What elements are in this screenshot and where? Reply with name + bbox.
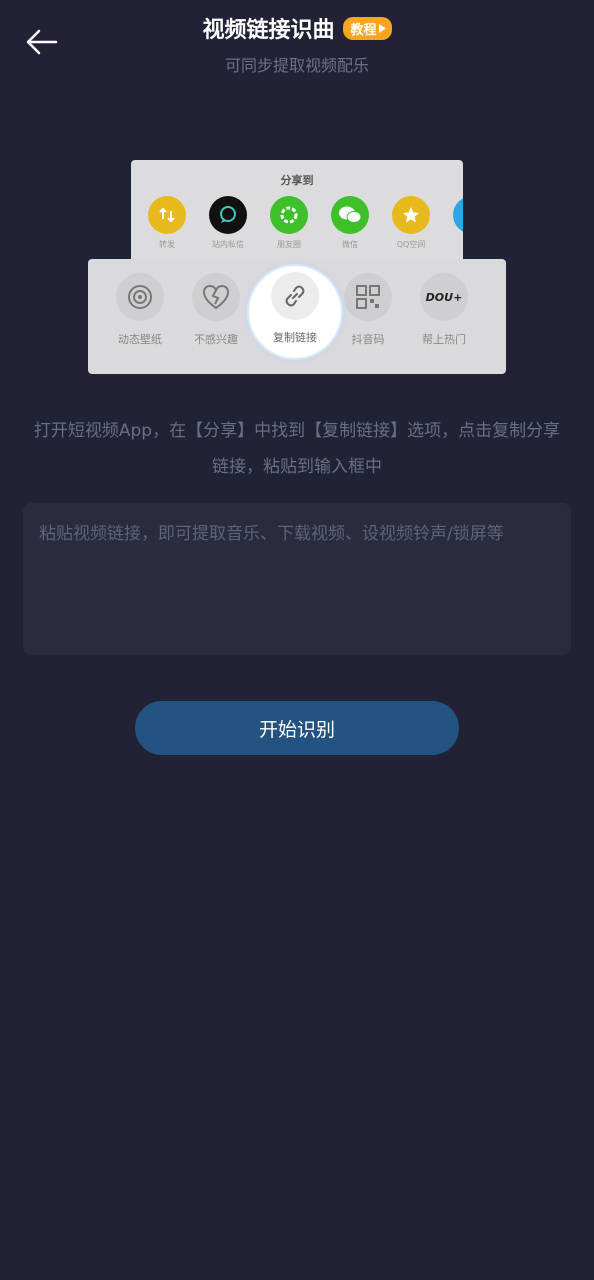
- broken-heart-icon: [192, 273, 240, 321]
- share-panel-title: 分享到: [280, 174, 314, 187]
- moments-icon: [270, 196, 308, 234]
- share-item-message: 站内私信: [208, 196, 248, 250]
- share-illustration: 分享到 转发 站内私信 朋友圈 微信 QQ空间 动态壁纸 不感兴趣 抖音码 DO…: [0, 0, 594, 380]
- front-item-not-interested: 不感兴趣: [190, 273, 242, 347]
- copy-link-highlight: 复制链接: [249, 266, 341, 358]
- live-wallpaper-icon: [116, 273, 164, 321]
- copy-link-label: 复制链接: [273, 331, 317, 344]
- video-link-input[interactable]: [23, 503, 571, 655]
- share-item-wechat: 微信: [330, 196, 370, 250]
- share-item-moments: 朋友圈: [269, 196, 309, 250]
- share-item-label: 朋友圈: [277, 240, 301, 249]
- qzone-icon: [392, 196, 430, 234]
- repost-icon: [148, 196, 186, 234]
- front-item-label: 不感兴趣: [194, 333, 238, 346]
- front-item-live-wallpaper: 动态壁纸: [114, 273, 166, 347]
- dou-plus-icon: DOU+: [420, 273, 468, 321]
- share-item-label: Q: [452, 239, 463, 248]
- front-item-label: 帮上热门: [422, 333, 466, 346]
- share-item-label: 转发: [159, 240, 175, 249]
- front-item-qr-code: 抖音码: [342, 273, 394, 347]
- start-recognition-button[interactable]: 开始识别: [135, 701, 459, 755]
- front-item-dou-plus: DOU+ 帮上热门: [418, 273, 470, 347]
- share-item-qzone: QQ空间: [391, 196, 431, 250]
- wechat-icon: [331, 196, 369, 234]
- share-item-label: QQ空间: [396, 240, 426, 249]
- front-item-label: 抖音码: [351, 333, 385, 346]
- dou-plus-text: DOU+: [425, 290, 463, 304]
- instructions-text: 打开短视频App，在【分享】中找到【复制链接】选项，点击复制分享链接，粘贴到输入…: [33, 421, 561, 477]
- qq-icon: [453, 196, 463, 234]
- share-item-qq: Q: [452, 196, 463, 250]
- link-icon: [271, 272, 319, 320]
- front-item-label: 动态壁纸: [118, 333, 162, 346]
- message-icon: [209, 196, 247, 234]
- qr-code-icon: [344, 273, 392, 321]
- share-item-repost: 转发: [147, 196, 187, 250]
- share-panel-back: 分享到 转发 站内私信 朋友圈 微信 QQ空间: [131, 160, 463, 270]
- share-item-label: 站内私信: [212, 240, 244, 249]
- share-item-label: 微信: [342, 240, 358, 249]
